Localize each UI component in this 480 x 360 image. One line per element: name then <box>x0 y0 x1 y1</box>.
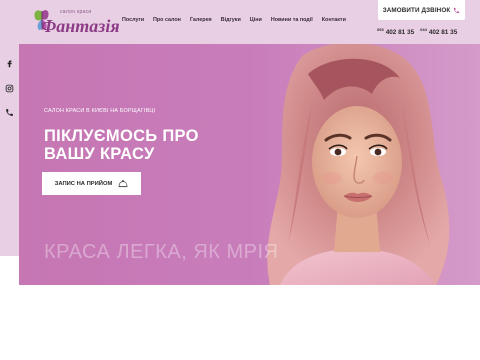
phone-code: 044 <box>420 27 427 32</box>
logo-tagline: салон краси <box>60 9 92 15</box>
phone-icon <box>454 7 460 13</box>
phone-digits: 402 81 35 <box>385 29 415 36</box>
instagram-icon[interactable] <box>5 84 14 93</box>
nav-item-news[interactable]: Новини та події <box>271 16 313 24</box>
hero-title: ПІКЛУЄМОСЬ ПРО ВАШУ КРАСУ <box>44 127 199 163</box>
phone-numbers: 093 402 81 35 044 402 81 35 <box>377 27 457 38</box>
order-call-button[interactable]: ЗАМОВИТИ ДЗВІНОК <box>378 0 465 20</box>
nav-item-services[interactable]: Послуги <box>122 16 144 24</box>
main-nav: Послуги Про салон Галерея Відгуки Ціни Н… <box>122 16 355 24</box>
phone-icon[interactable] <box>5 108 14 117</box>
hero-banner: САЛОН КРАСИ В КИЄВІ НА БОРЩАГІВЦІ ПІКЛУЄ… <box>19 44 480 285</box>
appointment-label: ЗАПИС НА ПРИЙОМ <box>54 180 113 187</box>
phone-digits: 402 81 35 <box>428 29 458 36</box>
hero-slogan: КРАСА ЛЕГКА, ЯК МРІЯ <box>44 241 279 263</box>
appointment-button[interactable]: ЗАПИС НА ПРИЙОМ <box>42 172 141 195</box>
nav-item-about[interactable]: Про салон <box>153 16 181 24</box>
order-call-label: ЗАМОВИТИ ДЗВІНОК <box>382 6 451 14</box>
logo[interactable]: салон краси Фантазія <box>33 6 120 38</box>
logo-wordmark: Фантазія <box>41 16 120 36</box>
social-sidebar <box>0 44 19 256</box>
facebook-icon[interactable] <box>5 59 14 68</box>
phone-code: 093 <box>377 27 384 32</box>
bell-icon <box>118 179 128 188</box>
nav-item-gallery[interactable]: Галерея <box>190 16 212 24</box>
nav-item-prices[interactable]: Ціни <box>250 16 262 24</box>
nav-item-contacts[interactable]: Контакти <box>322 16 346 24</box>
phone-number-1[interactable]: 093 402 81 35 <box>377 27 414 38</box>
phone-number-2[interactable]: 044 402 81 35 <box>420 27 457 38</box>
page: салон краси Фантазія Послуги Про салон Г… <box>0 0 480 360</box>
nav-item-reviews[interactable]: Відгуки <box>221 16 241 24</box>
hero-subtitle: САЛОН КРАСИ В КИЄВІ НА БОРЩАГІВЦІ <box>44 108 156 114</box>
